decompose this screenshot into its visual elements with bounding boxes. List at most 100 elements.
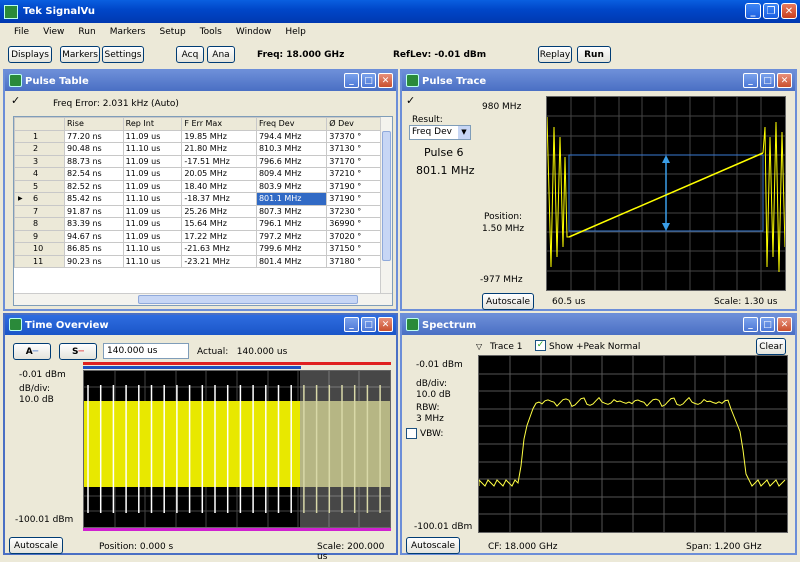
time-readout[interactable]: 60.5 us (552, 297, 585, 307)
column-header[interactable]: Ø Dev (326, 117, 382, 131)
replay-button[interactable]: Replay (538, 46, 572, 63)
column-header[interactable] (14, 117, 65, 131)
reflev-readout[interactable]: RefLev: -0.01 dBm (393, 50, 486, 60)
minimize-icon[interactable]: _ (743, 317, 758, 332)
settings-button[interactable]: Settings (102, 46, 144, 63)
scale-readout[interactable]: Scale: 1.30 us (714, 297, 777, 307)
autoscale-button[interactable]: Autoscale (406, 537, 460, 554)
table-cell[interactable]: 19.85 MHz (181, 129, 257, 143)
table-cell[interactable]: 25.26 MHz (181, 204, 257, 218)
table-row[interactable]: 7 91.87 ns 11.09 us 25.26 MHz 807.3 MHz 37230… (14, 204, 382, 218)
bottom-level-readout[interactable]: -100.01 dBm (414, 522, 472, 532)
column-header[interactable]: Rise (64, 117, 124, 131)
table-cell[interactable]: 83.39 ns (64, 217, 124, 231)
menu-run[interactable]: Run (78, 27, 95, 37)
trace-dropdown-icon[interactable]: ▽ (476, 342, 482, 351)
pulse-trace-plot[interactable] (546, 96, 786, 291)
row-index[interactable]: 5 (14, 179, 65, 193)
table-cell[interactable]: 37180 ° (326, 254, 382, 268)
dbdiv-label[interactable]: dB/div: (19, 384, 50, 394)
row-index[interactable]: 10 (14, 242, 65, 256)
row-index[interactable]: 7 (14, 204, 65, 218)
span-readout[interactable]: Span: 1.200 GHz (686, 542, 762, 552)
autoscale-button[interactable]: Autoscale (482, 293, 534, 310)
menu-window[interactable]: Window (236, 27, 272, 37)
table-cell[interactable]: 11.09 us (122, 204, 183, 218)
minimize-icon[interactable]: _ (743, 73, 758, 88)
table-cell[interactable]: 797.2 MHz (255, 229, 328, 243)
table-cell[interactable]: 77.20 ns (64, 129, 124, 143)
table-cell[interactable]: 36990 ° (326, 217, 382, 231)
rbw-label[interactable]: RBW: (416, 403, 440, 413)
table-cell[interactable]: -21.63 MHz (181, 242, 257, 256)
bottom-level-readout[interactable]: -100.01 dBm (15, 515, 73, 525)
maximize-icon[interactable]: □ (361, 317, 376, 332)
maximize-icon[interactable]: □ (760, 317, 775, 332)
menu-view[interactable]: View (43, 27, 64, 37)
freq-readout[interactable]: Freq: 18.000 GHz (257, 50, 344, 60)
close-icon[interactable]: ✕ (777, 317, 792, 332)
cf-readout[interactable]: CF: 18.000 GHz (488, 542, 557, 552)
table-cell[interactable]: 11.10 us (122, 192, 183, 206)
maximize-icon[interactable]: □ (361, 73, 376, 88)
table-cell[interactable]: 11.10 us (122, 242, 183, 256)
dbdiv-label[interactable]: dB/div: (416, 379, 447, 389)
vertical-scrollbar[interactable] (380, 117, 392, 293)
table-cell[interactable]: 801.4 MHz (255, 254, 328, 268)
table-cell[interactable]: 801.1 MHz (255, 192, 328, 206)
table-row[interactable]: 2 90.48 ns 11.10 us 21.80 MHz 810.3 MHz 37130… (14, 142, 382, 156)
vbw-checkbox[interactable] (406, 428, 417, 439)
table-row[interactable]: 11 90.23 ns 11.10 us -23.21 MHz 801.4 MHz 371… (14, 254, 382, 268)
run-button[interactable]: Run (577, 46, 611, 63)
ref-level-readout[interactable]: -0.01 dBm (19, 370, 66, 380)
row-index[interactable]: 4 (14, 167, 65, 181)
table-cell[interactable]: 37130 ° (326, 142, 382, 156)
horizontal-scrollbar[interactable] (14, 293, 392, 305)
table-row[interactable]: 1 77.20 ns 11.09 us 19.85 MHz 794.4 MHz 37370… (14, 129, 382, 143)
time-overview-plot[interactable] (83, 370, 391, 528)
table-cell[interactable]: 807.3 MHz (255, 204, 328, 218)
table-row[interactable]: 8 83.39 ns 11.09 us 15.64 MHz 796.1 MHz 36990… (14, 217, 382, 231)
table-cell[interactable]: 37020 ° (326, 229, 382, 243)
table-cell[interactable]: -23.21 MHz (181, 254, 257, 268)
bottom-scale-label[interactable]: -977 MHz (480, 275, 523, 285)
position-readout[interactable]: Position: 0.000 s (99, 542, 173, 552)
displays-button[interactable]: Displays (8, 46, 52, 63)
menu-tools[interactable]: Tools (200, 27, 222, 37)
table-cell[interactable]: 11.09 us (122, 154, 183, 168)
table-row[interactable]: 5 82.52 ns 11.09 us 18.40 MHz 803.9 MHz 37190… (14, 179, 382, 193)
table-cell[interactable]: 90.48 ns (64, 142, 124, 156)
result-select[interactable]: Freq Dev ▼ (409, 125, 471, 140)
table-row[interactable]: 4 82.54 ns 11.09 us 20.05 MHz 809.4 MHz 37210… (14, 167, 382, 181)
table-cell[interactable]: 91.87 ns (64, 204, 124, 218)
minimize-icon[interactable]: _ (344, 73, 359, 88)
clear-button[interactable]: Clear (756, 338, 786, 355)
table-cell[interactable]: 810.3 MHz (255, 142, 328, 156)
table-cell[interactable]: 796.1 MHz (255, 217, 328, 231)
menu-file[interactable]: File (14, 27, 29, 37)
table-cell[interactable]: 809.4 MHz (255, 167, 328, 181)
markers-button[interactable]: Markers (60, 46, 100, 63)
table-cell[interactable]: 85.42 ns (64, 192, 124, 206)
menu-help[interactable]: Help (285, 27, 306, 37)
menu-setup[interactable]: Setup (160, 27, 186, 37)
table-cell[interactable]: -18.37 MHz (181, 192, 257, 206)
column-header[interactable]: Freq Dev (255, 117, 328, 131)
table-cell[interactable]: 18.40 MHz (181, 179, 257, 193)
pulse-number[interactable]: Pulse 6 (424, 146, 463, 159)
table-cell[interactable]: 82.54 ns (64, 167, 124, 181)
table-cell[interactable]: 11.09 us (122, 179, 183, 193)
close-icon[interactable]: ✕ (781, 3, 797, 19)
close-icon[interactable]: ✕ (777, 73, 792, 88)
row-index[interactable]: 2 (14, 142, 65, 156)
table-cell[interactable]: 11.10 us (122, 142, 183, 156)
table-cell[interactable]: 803.9 MHz (255, 179, 328, 193)
table-row[interactable]: 6 ▶ 85.42 ns 11.10 us -18.37 MHz 801.1 MHz 371… (14, 192, 382, 206)
close-icon[interactable]: ✕ (378, 317, 393, 332)
ref-level-readout[interactable]: -0.01 dBm (416, 360, 463, 370)
table-cell[interactable]: 11.09 us (122, 229, 183, 243)
table-cell[interactable]: 11.09 us (122, 217, 183, 231)
table-cell[interactable]: 37190 ° (326, 192, 382, 206)
table-cell[interactable]: 82.52 ns (64, 179, 124, 193)
table-row[interactable]: 10 86.85 ns 11.10 us -21.63 MHz 799.6 MHz 371… (14, 242, 382, 256)
